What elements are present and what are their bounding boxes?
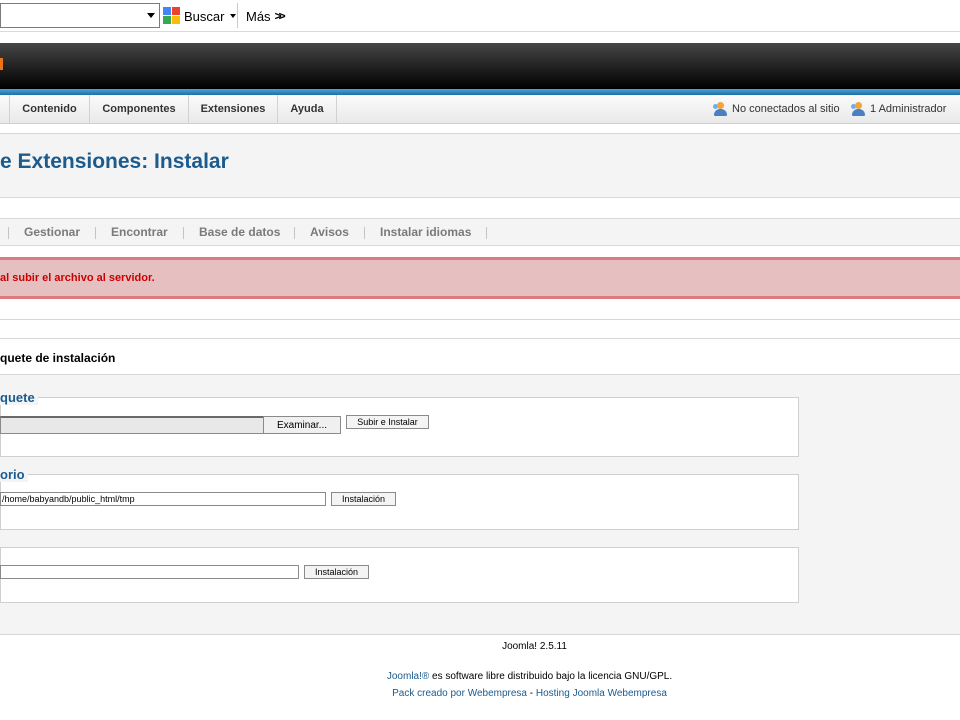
tab-label: Encontrar — [111, 225, 168, 239]
package-panel-header — [0, 338, 960, 375]
menu-item-cut[interactable] — [0, 95, 10, 123]
toolbar-divider — [237, 3, 238, 28]
tab-instalar-idiomas[interactable]: Instalar idiomas — [380, 219, 471, 245]
toolbar-search-input[interactable] — [0, 3, 160, 28]
double-chevron-icon: >> — [274, 9, 286, 23]
browse-button[interactable]: Examinar... — [263, 416, 341, 434]
status-admin-label: 1 Administrador — [870, 103, 947, 115]
caret-down-icon — [230, 14, 237, 18]
menu-item-contenido[interactable]: Contenido — [10, 95, 90, 123]
tab-gestionar[interactable]: Gestionar — [24, 219, 80, 245]
menu-item-label: Ayuda — [290, 103, 324, 115]
subnav-divider — [294, 227, 295, 239]
status-admin-users: 1 Administrador — [851, 95, 946, 123]
more-button[interactable]: Más >> — [246, 4, 286, 28]
license-text: es software libre distribuido bajo la li… — [429, 671, 673, 682]
subnav-divider — [183, 227, 184, 239]
upload-package-legend: quete — [0, 390, 38, 405]
subnav-divider — [8, 227, 9, 239]
admin-users-icon — [851, 101, 866, 117]
install-url-button[interactable]: Instalación — [304, 565, 369, 579]
install-url-input[interactable] — [0, 565, 299, 579]
menu-item-extensiones[interactable]: Extensiones — [189, 95, 278, 123]
webempresa-hosting-link[interactable]: Hosting Joomla Webempresa — [536, 688, 667, 699]
install-url-label: Instalación — [314, 567, 359, 577]
tab-label: Base de datos — [199, 225, 281, 239]
install-directory-legend: orio — [0, 467, 28, 482]
menu-item-label: Componentes — [102, 103, 176, 115]
error-message-text: al subir el archivo al servidor. — [0, 272, 155, 284]
upload-install-label: Subir e Instalar — [357, 417, 418, 427]
admin-menu-bar: Contenido Componentes Extensiones Ayuda … — [0, 95, 960, 124]
tab-label: Instalar idiomas — [380, 225, 472, 239]
tab-base-de-datos[interactable]: Base de datos — [199, 219, 280, 245]
joomla-link[interactable]: Joomla!® — [387, 671, 429, 682]
menu-item-label: Extensiones — [200, 103, 266, 115]
package-file-input[interactable] — [0, 416, 264, 434]
tab-avisos[interactable]: Avisos — [310, 219, 349, 245]
status-site-visitors: No conectados al sitio — [713, 95, 840, 123]
install-directory-input[interactable]: /home/babyandb/public_html/tmp — [0, 492, 326, 506]
users-icon — [713, 101, 728, 117]
package-panel-title: quete de instalación — [0, 351, 116, 365]
menu-item-componentes[interactable]: Componentes — [90, 95, 189, 123]
upload-install-button[interactable]: Subir e Instalar — [346, 415, 429, 429]
install-directory-label: Instalación — [341, 494, 386, 504]
webempresa-pack-link[interactable]: Pack creado por Webempresa — [392, 688, 527, 699]
install-directory-button[interactable]: Instalación — [331, 492, 396, 506]
subnav-divider — [95, 227, 96, 239]
search-button[interactable]: Buscar — [163, 4, 237, 28]
tab-label: Gestionar — [24, 225, 81, 239]
footer-version: Joomla! 2.5.11 — [502, 641, 567, 652]
credits-separator: - — [527, 688, 536, 699]
subnav-bar: Gestionar Encontrar Base de datos Avisos… — [0, 218, 960, 246]
footer-license: Joomla!® es software libre distribuido b… — [0, 671, 960, 682]
footer-credits: Pack creado por Webempresa - Hosting Joo… — [0, 688, 960, 699]
install-directory-value: /home/babyandb/public_html/tmp — [2, 494, 135, 504]
search-button-label: Buscar — [184, 8, 225, 24]
tab-encontrar[interactable]: Encontrar — [111, 219, 168, 245]
google-logo-icon — [163, 7, 181, 25]
more-button-label: Más — [246, 8, 271, 24]
joomla-logo — [0, 58, 3, 70]
browser-toolbar: Buscar Más >> — [0, 0, 960, 32]
admin-header — [0, 43, 960, 89]
subnav-divider — [364, 227, 365, 239]
subnav-divider — [486, 227, 487, 239]
menu-item-ayuda[interactable]: Ayuda — [278, 95, 337, 123]
divider — [0, 319, 960, 320]
status-site-label: No conectados al sitio — [732, 103, 840, 115]
page-title: e Extensiones: Instalar — [0, 150, 229, 173]
browse-button-label: Examinar... — [276, 419, 328, 431]
dropdown-arrow-icon[interactable] — [147, 13, 155, 18]
menu-item-label: Contenido — [22, 103, 77, 115]
tab-label: Avisos — [310, 225, 349, 239]
